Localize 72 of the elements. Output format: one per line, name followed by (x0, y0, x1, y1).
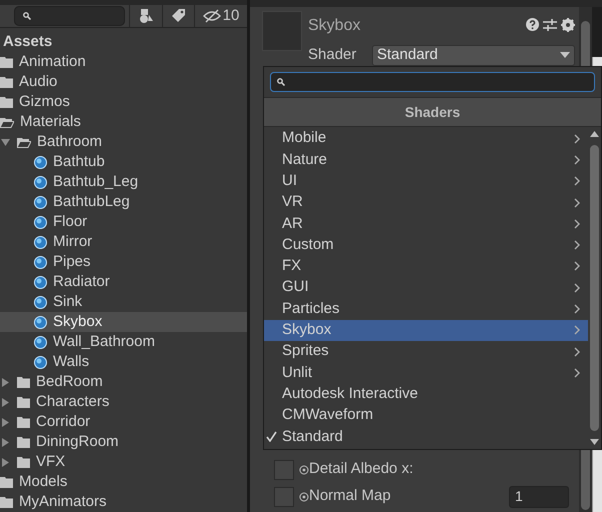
search-icon (23, 12, 31, 20)
menu-item[interactable]: Standard (264, 426, 588, 448)
sphere-icon (34, 176, 47, 188)
expanded-arrow-icon[interactable] (1, 138, 10, 146)
property-label: Normal Map (309, 486, 392, 506)
scroll-down-icon[interactable] (590, 439, 599, 445)
collapsed-arrow-icon[interactable] (1, 458, 10, 466)
collapsed-arrow-icon[interactable] (1, 418, 10, 426)
scrollbar-thumb[interactable] (590, 145, 599, 431)
menu-item[interactable]: GUI (264, 277, 588, 298)
menu-item[interactable]: Sprites (264, 340, 588, 362)
collapsed-arrow-icon[interactable] (1, 378, 10, 386)
help-icon[interactable] (526, 18, 539, 31)
sphere-icon (34, 336, 47, 348)
menu-item[interactable]: Autodesk Interactive (264, 384, 588, 405)
folder-icon (17, 376, 30, 388)
sphere-icon (34, 316, 47, 328)
panel-gap (592, 7, 602, 57)
folder-icon (17, 456, 30, 468)
sphere-icon (34, 256, 47, 268)
folder-icon (17, 416, 30, 428)
menu-item[interactable]: UI (264, 170, 588, 192)
sphere-icon (34, 296, 47, 308)
value-field[interactable]: 1 (509, 486, 569, 508)
sliders-icon[interactable] (543, 18, 557, 32)
collapsed-arrow-icon[interactable] (1, 438, 10, 446)
settings-icon[interactable] (561, 18, 575, 32)
search-field[interactable] (14, 6, 125, 26)
hidden-eye-icon (202, 8, 221, 23)
folder-icon (17, 436, 30, 448)
sphere-icon (34, 276, 47, 288)
menu-item[interactable]: VR (264, 192, 588, 214)
shapes-icon[interactable] (138, 8, 154, 24)
open-folder-icon (17, 136, 31, 148)
menu-item[interactable]: Skybox (264, 320, 588, 341)
menu-item[interactable]: AR (264, 213, 588, 234)
menu-item[interactable]: CMWaveform (264, 404, 588, 426)
menu-item[interactable]: Mobile (264, 128, 588, 150)
folder-icon (0, 476, 13, 488)
menu-item[interactable]: FX (264, 256, 588, 278)
folder-icon (0, 76, 13, 88)
folder-icon (0, 56, 13, 68)
checkmark-icon (266, 431, 277, 442)
shader-label: Shader (308, 45, 358, 65)
property-label: Detail Albedo x: (309, 459, 414, 480)
shader-dropdown[interactable]: Standard (372, 44, 575, 66)
material-title: Skybox (308, 16, 360, 36)
sphere-icon (34, 356, 47, 368)
sphere-icon (34, 236, 47, 248)
folder-icon (0, 96, 13, 108)
menu-item[interactable]: Nature (264, 149, 588, 171)
picker-icon[interactable] (299, 492, 309, 502)
menu-header: Shaders (264, 97, 601, 127)
tree-item[interactable]: Skybox (0, 312, 247, 332)
folder-icon (0, 496, 13, 508)
sphere-icon (34, 216, 47, 228)
menu-item[interactable]: Unlit (264, 362, 588, 384)
tree-header: Assets (3, 32, 52, 52)
menu-item[interactable]: Custom (264, 234, 588, 256)
scroll-up-icon[interactable] (590, 131, 599, 137)
folder-icon (17, 396, 30, 408)
menu-search-field[interactable] (270, 72, 595, 92)
sphere-icon (34, 196, 47, 208)
collapsed-arrow-icon[interactable] (1, 398, 10, 406)
sphere-icon (34, 156, 47, 168)
menu-item[interactable]: Particles (264, 298, 588, 320)
picker-icon[interactable] (299, 464, 309, 474)
tag-icon[interactable] (171, 8, 186, 24)
hidden-count-button[interactable]: 10 (194, 4, 247, 27)
dropdown-arrow-icon (560, 52, 570, 58)
open-folder-icon (0, 116, 14, 128)
search-icon (277, 78, 285, 86)
